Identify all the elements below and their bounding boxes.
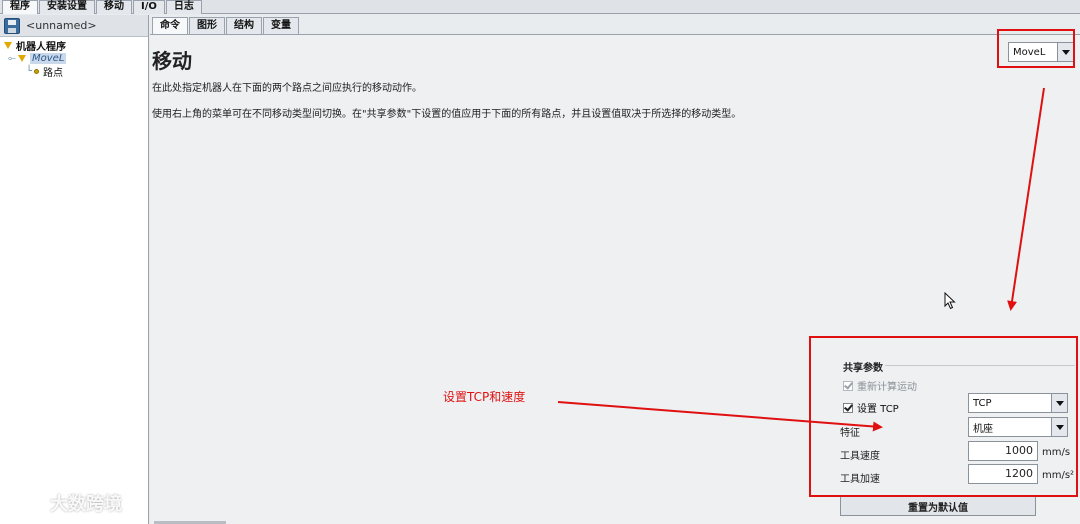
tab-graphics[interactable]: 图形 xyxy=(189,17,225,34)
program-tree: 机器人程序 ⟜ MoveL └ 路点 xyxy=(0,37,148,79)
annotation-box-shared-params xyxy=(809,336,1078,497)
command-tab-bar: 命令 图形 结构 变量 xyxy=(150,17,300,34)
tab-io[interactable]: I/O xyxy=(133,0,165,14)
tree-waypoint-label: 路点 xyxy=(43,68,64,79)
program-tree-panel: <unnamed> 机器人程序 ⟜ MoveL └ 路点 xyxy=(0,15,149,524)
tab-command[interactable]: 命令 xyxy=(152,17,188,34)
top-tab-bar: 程序 安装设置 移动 I/O 日志 xyxy=(0,0,1080,14)
tree-root[interactable]: 机器人程序 xyxy=(4,39,148,53)
collapse-triangle-icon[interactable] xyxy=(4,42,12,49)
mouse-cursor-icon xyxy=(944,292,956,310)
tab-installation[interactable]: 安装设置 xyxy=(39,0,95,14)
tree-node-label: MoveL xyxy=(30,53,67,64)
waypoint-icon xyxy=(34,69,40,74)
program-name: <unnamed> xyxy=(26,19,97,32)
description-text-2: 使用右上角的菜单可在不同移动类型间切换。在"共享参数"下设置的值应用于下面的所有… xyxy=(152,109,742,120)
page-title: 移动 xyxy=(152,49,192,73)
reset-defaults-button[interactable]: 重置为默认值 xyxy=(840,496,1036,516)
watermark-logo-icon xyxy=(10,493,44,513)
tab-program[interactable]: 程序 xyxy=(2,0,38,14)
description-text-1: 在此处指定机器人在下面的两个路点之间应执行的移动动作。 xyxy=(152,83,422,94)
collapse-triangle-icon[interactable] xyxy=(18,55,26,62)
tab-move[interactable]: 移动 xyxy=(96,0,132,14)
tree-node-movel[interactable]: ⟜ MoveL xyxy=(4,52,148,65)
tab-log[interactable]: 日志 xyxy=(165,0,202,14)
tree-node-waypoint[interactable]: └ 路点 xyxy=(4,65,148,79)
watermark: 大数跨境 xyxy=(10,490,122,516)
tab-variables[interactable]: 变量 xyxy=(263,17,299,34)
annotation-text: 设置TCP和速度 xyxy=(443,390,526,404)
save-icon[interactable] xyxy=(4,17,20,34)
tab-structure[interactable]: 结构 xyxy=(226,17,262,34)
tree-root-label: 机器人程序 xyxy=(16,42,66,53)
tree-connector-icon: ⟜ xyxy=(8,53,16,64)
tree-branch-icon: └ xyxy=(26,66,33,77)
watermark-text: 大数跨境 xyxy=(50,494,122,515)
program-header: <unnamed> xyxy=(0,15,148,37)
annotation-box-move-type xyxy=(997,29,1075,68)
